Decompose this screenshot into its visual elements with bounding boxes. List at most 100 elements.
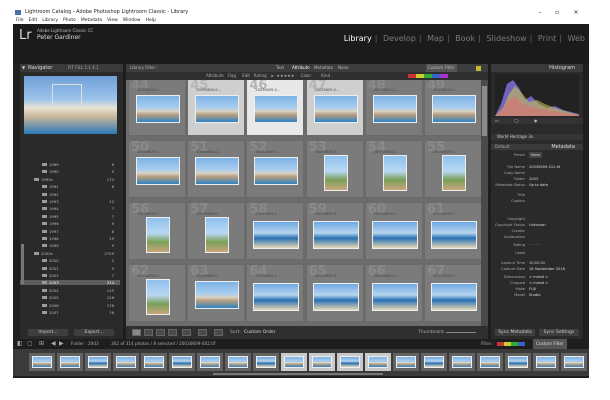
filmstrip-filter-select[interactable]: Custom Filter <box>533 339 567 349</box>
filmstrip-thumbnail[interactable] <box>449 353 475 371</box>
module-slideshow[interactable]: Slideshow <box>486 34 526 43</box>
folder-row[interactable]: 1994 7 <box>20 206 120 211</box>
spot-tool-icon[interactable]: ◯ <box>514 118 518 123</box>
back-arrow-icon[interactable]: ◀ <box>51 339 56 349</box>
maximize-button[interactable]: ▫ <box>550 8 564 17</box>
metadata-field-value[interactable]: 16 September 2018 <box>529 266 565 272</box>
grid-cell[interactable]: 60 20030609-0... <box>364 202 423 260</box>
filmstrip-thumbnail[interactable] <box>85 353 111 371</box>
photo-thumbnail[interactable] <box>312 283 359 311</box>
grid-cell[interactable]: 46 20030609-0... <box>246 80 305 136</box>
folder-row[interactable]: 1995 7 <box>20 214 120 219</box>
folder-row[interactable]: 2003 314 <box>20 280 120 286</box>
folder-row[interactable]: 1996 9 <box>20 221 120 226</box>
photo-thumbnail[interactable] <box>313 95 358 123</box>
grid-cell[interactable]: 67 20030609-0... <box>424 264 481 322</box>
grid-cell[interactable]: 63 20030609-0... <box>187 264 246 322</box>
photo-thumbnail[interactable] <box>136 157 180 185</box>
sort-direction-icon[interactable] <box>214 329 223 336</box>
folder-row[interactable]: 1991 6 <box>20 184 120 189</box>
attribute-filter-controls[interactable]: Attribute Flag Edit Rating ≥ ★★★★★ Color… <box>206 72 330 80</box>
close-button[interactable]: ✕ <box>569 8 583 17</box>
filmstrip-thumbnail[interactable] <box>253 353 279 371</box>
folder-row[interactable]: 1998 19 <box>20 236 120 241</box>
filter-tab-none[interactable]: None <box>338 64 348 72</box>
photo-thumbnail[interactable] <box>312 221 359 249</box>
menu-file[interactable]: File <box>16 18 24 23</box>
folder-row[interactable]: 2000 2 <box>20 258 120 263</box>
photo-thumbnail[interactable] <box>371 221 418 249</box>
photo-thumbnail[interactable] <box>146 279 170 315</box>
photo-thumbnail[interactable] <box>195 95 240 123</box>
filmstrip-scrollbar[interactable] <box>213 373 383 375</box>
filter-tab-text[interactable]: Text <box>276 64 284 72</box>
quick-develop-header[interactable]: World Heritage 3x <box>491 134 583 140</box>
grid-cell[interactable]: 53 20030609-0... <box>305 140 364 198</box>
histogram-header[interactable]: Histogram <box>491 64 583 72</box>
photo-thumbnail[interactable] <box>431 283 477 311</box>
filmstrip-thumbnail[interactable] <box>477 353 503 371</box>
grid-cell[interactable]: 62 20030609-0... <box>128 264 186 322</box>
filmstrip-thumbnail[interactable] <box>225 353 251 371</box>
loupe-view-button[interactable] <box>144 329 153 336</box>
left-panel-scrollbar[interactable] <box>21 244 24 284</box>
metadata-field-value[interactable]: Studio <box>529 292 540 298</box>
module-web[interactable]: Web <box>568 34 585 43</box>
metadata-default-select[interactable]: Default <box>495 144 510 149</box>
grid-icon[interactable]: ⊞ <box>39 339 44 349</box>
folder-row[interactable]: 2004 135 <box>20 288 120 293</box>
folder-row[interactable]: 2007 76 <box>20 310 120 315</box>
people-view-button[interactable] <box>182 329 191 336</box>
photo-thumbnail[interactable] <box>432 95 476 123</box>
metadata-preset-select[interactable]: None <box>529 152 543 158</box>
sync-metadata-button[interactable]: Sync Metadata <box>495 329 535 336</box>
grid-cell[interactable]: 65 20030609-0... <box>305 264 364 322</box>
filmstrip-thumbnail[interactable] <box>113 353 139 371</box>
folder-row[interactable]: 1993 12 <box>20 199 120 204</box>
photo-thumbnail[interactable] <box>253 283 300 311</box>
navigator-zoom-options[interactable]: FIT FILL 1:1 4:1 <box>68 64 99 72</box>
menu-library[interactable]: Library <box>42 18 58 23</box>
menu-window[interactable]: Window <box>123 18 141 23</box>
photo-thumbnail[interactable] <box>195 157 240 185</box>
folder-row[interactable]: 2002 7 <box>20 273 120 278</box>
panel-toggle-icon[interactable]: ◧ <box>17 339 23 349</box>
photo-thumbnail[interactable] <box>205 217 230 253</box>
crop-tool-icon[interactable]: ▭ <box>495 118 499 123</box>
color-label-filters[interactable] <box>408 74 448 78</box>
filmstrip-source[interactable]: Folder : 2003 <box>71 339 99 349</box>
photo-thumbnail[interactable] <box>442 155 466 191</box>
folder-row[interactable]: 2006 176 <box>20 303 120 308</box>
sort-order-select[interactable]: Custom Order <box>244 328 275 337</box>
filter-tab-attribute[interactable]: Attribute <box>292 64 310 72</box>
grid-cell[interactable]: 49 20030609-0... <box>424 80 481 136</box>
filmstrip-thumbnail[interactable] <box>421 353 447 371</box>
compare-view-button[interactable] <box>156 329 165 336</box>
folder-row[interactable]: 1989 6 <box>20 162 120 167</box>
folder-row[interactable]: 1990 9 <box>20 169 120 174</box>
photo-thumbnail[interactable] <box>253 221 300 249</box>
grid-cell[interactable]: 52 20030609-0... <box>246 140 305 198</box>
minimize-button[interactable]: – <box>533 8 547 17</box>
grid-cell[interactable]: 48 20030609-0... <box>364 80 423 136</box>
lock-icon[interactable] <box>476 65 481 71</box>
metadata-header[interactable]: Default Metadata <box>491 144 583 150</box>
menu-help[interactable]: Help <box>146 18 156 23</box>
grid-cell[interactable]: 59 20030609-0... <box>305 202 364 260</box>
photo-thumbnail[interactable] <box>323 155 348 191</box>
folder-row[interactable]: 1997 6 <box>20 229 120 234</box>
folder-row[interactable]: 1990s 174 <box>20 177 120 182</box>
grid-cell[interactable]: 66 20030609-0... <box>364 264 423 322</box>
filmstrip-color-filters[interactable] <box>497 342 525 346</box>
import-button[interactable]: Import... <box>28 329 68 336</box>
photo-thumbnail[interactable] <box>372 95 417 123</box>
photo-thumbnail[interactable] <box>136 95 180 123</box>
navigator-header[interactable]: ▼ Navigator FIT FILL 1:1 4:1 <box>20 64 123 72</box>
grid-view-button[interactable] <box>132 329 141 336</box>
module-develop[interactable]: Develop <box>383 34 416 43</box>
export-button[interactable]: Export... <box>74 329 114 336</box>
photo-thumbnail[interactable] <box>382 155 407 191</box>
photo-thumbnail[interactable] <box>254 157 299 185</box>
grid-cell[interactable]: 45 20030609-0... <box>187 80 246 136</box>
filmstrip-thumbnail[interactable] <box>393 353 419 371</box>
